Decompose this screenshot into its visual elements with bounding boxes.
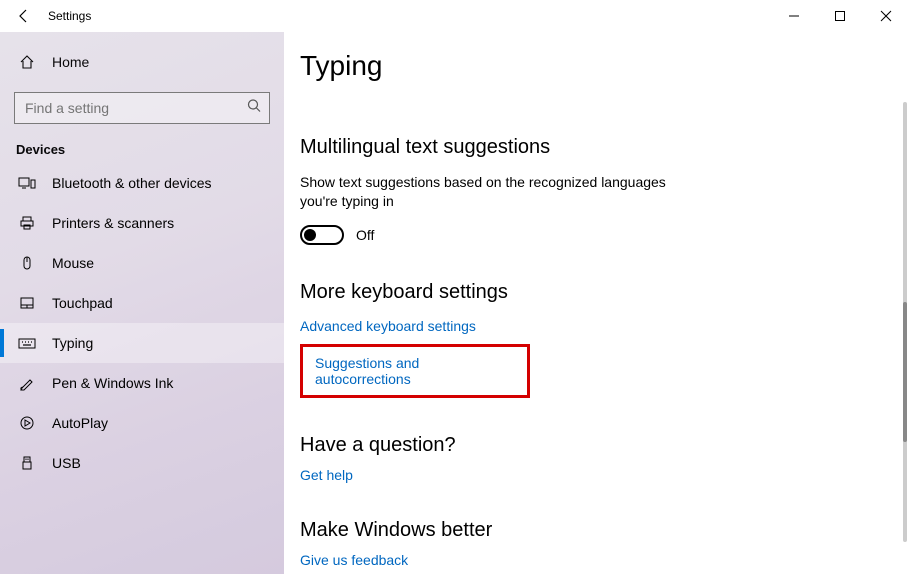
sidebar-item-bluetooth[interactable]: Bluetooth & other devices (0, 163, 284, 203)
multilingual-description: Show text suggestions based on the recog… (300, 173, 700, 211)
titlebar: Settings (0, 0, 909, 32)
devices-icon (16, 175, 38, 191)
sidebar: Home Devices Bluetooth & other devices P… (0, 32, 284, 574)
autoplay-icon (16, 415, 38, 431)
minimize-button[interactable] (771, 0, 817, 32)
toggle-track[interactable] (300, 225, 344, 245)
section-question: Have a question? (300, 434, 909, 457)
sidebar-item-label: Mouse (52, 255, 94, 271)
highlight-box: Suggestions and autocorrections (300, 344, 530, 398)
sidebar-category: Devices (0, 124, 284, 163)
sidebar-home[interactable]: Home (0, 42, 284, 82)
sidebar-item-pen[interactable]: Pen & Windows Ink (0, 363, 284, 403)
sidebar-item-typing[interactable]: Typing (0, 323, 284, 363)
toggle-knob (304, 229, 316, 241)
back-button[interactable] (8, 0, 40, 32)
sidebar-item-label: AutoPlay (52, 415, 108, 431)
minimize-icon (788, 10, 800, 22)
scrollbar[interactable] (903, 102, 907, 542)
section-multilingual: Multilingual text suggestions (300, 136, 909, 159)
link-advanced-keyboard[interactable]: Advanced keyboard settings (300, 318, 476, 334)
link-suggestions-autocorrections[interactable]: Suggestions and autocorrections (315, 355, 515, 387)
sidebar-item-label: USB (52, 455, 81, 471)
sidebar-item-mouse[interactable]: Mouse (0, 243, 284, 283)
sidebar-item-label: Typing (52, 335, 93, 351)
scroll-clipped-hint (300, 86, 909, 92)
link-get-help[interactable]: Get help (300, 467, 353, 483)
maximize-icon (834, 10, 846, 22)
sidebar-item-label: Touchpad (52, 295, 113, 311)
toggle-state-label: Off (356, 227, 374, 243)
search-input[interactable] (14, 92, 270, 124)
sidebar-item-label: Printers & scanners (52, 215, 174, 231)
sidebar-item-usb[interactable]: USB (0, 443, 284, 483)
sidebar-item-label: Pen & Windows Ink (52, 375, 173, 391)
sidebar-home-label: Home (52, 54, 89, 70)
maximize-button[interactable] (817, 0, 863, 32)
mouse-icon (16, 255, 38, 271)
page-title: Typing (300, 50, 909, 82)
printer-icon (16, 215, 38, 231)
sidebar-item-touchpad[interactable]: Touchpad (0, 283, 284, 323)
sidebar-item-autoplay[interactable]: AutoPlay (0, 403, 284, 443)
pen-icon (16, 375, 38, 391)
arrow-left-icon (16, 8, 32, 24)
content-area: Typing Multilingual text suggestions Sho… (284, 32, 909, 574)
link-give-feedback[interactable]: Give us feedback (300, 552, 408, 568)
search-container (14, 92, 270, 124)
search-icon (246, 98, 262, 119)
usb-icon (16, 455, 38, 471)
section-more-keyboard: More keyboard settings (300, 281, 909, 304)
sidebar-item-label: Bluetooth & other devices (52, 175, 212, 191)
keyboard-icon (16, 335, 38, 351)
multilingual-toggle[interactable]: Off (300, 225, 909, 245)
home-icon (16, 54, 38, 70)
close-button[interactable] (863, 0, 909, 32)
window-title: Settings (48, 9, 91, 23)
sidebar-item-printers[interactable]: Printers & scanners (0, 203, 284, 243)
window-controls (771, 0, 909, 32)
scroll-thumb[interactable] (903, 302, 907, 442)
section-feedback: Make Windows better (300, 519, 909, 542)
close-icon (880, 10, 892, 22)
touchpad-icon (16, 295, 38, 311)
